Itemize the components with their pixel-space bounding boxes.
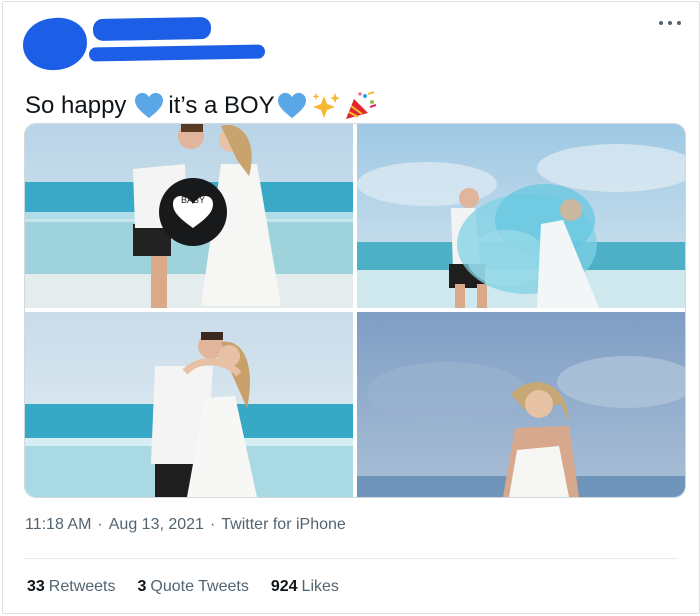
quote-tweets-count: 3: [137, 578, 147, 595]
meta-separator: ·: [209, 516, 216, 533]
ellipsis-icon: [668, 21, 672, 25]
quote-tweets-stat[interactable]: 3 Quote Tweets: [138, 578, 249, 600]
blue-heart-icon: [277, 92, 306, 119]
retweets-stat[interactable]: 33 Retweets: [27, 578, 116, 600]
party-popper-icon: [345, 91, 377, 119]
tweet-source[interactable]: Twitter for iPhone: [221, 516, 346, 538]
blue-heart-icon: [135, 92, 164, 119]
tweet-time[interactable]: 11:18 AM: [25, 516, 91, 538]
display-name-redacted[interactable]: [92, 16, 212, 42]
avatar-redacted[interactable]: [21, 15, 89, 73]
tweet-stats: 33 Retweets 3 Quote Tweets 924 Likes: [27, 578, 361, 600]
divider: [25, 558, 677, 559]
quote-tweets-label: Quote Tweets: [150, 578, 249, 595]
tweet-meta: 11:18 AM · Aug 13, 2021 · Twitter for iP…: [25, 516, 346, 538]
more-options-button[interactable]: [659, 16, 681, 30]
tweet-text-part2: it’s a BOY: [168, 92, 275, 119]
tweet-text: So happy it’s a BOY: [25, 90, 377, 122]
photo-1[interactable]: BABY: [25, 124, 353, 308]
tweet-date[interactable]: Aug 13, 2021: [109, 516, 204, 538]
retweets-label: Retweets: [48, 578, 116, 595]
handle-redacted[interactable]: [88, 44, 266, 62]
photo-3[interactable]: [25, 312, 353, 497]
likes-count: 924: [270, 578, 298, 595]
ellipsis-icon: [677, 21, 681, 25]
photo-4[interactable]: [357, 312, 685, 497]
ellipsis-icon: [659, 21, 663, 25]
balloon-label: BABY: [181, 195, 205, 205]
tweet-text-part1: So happy: [25, 92, 127, 119]
media-grid: BABY: [24, 123, 686, 498]
likes-stat[interactable]: 924 Likes: [271, 578, 339, 600]
meta-separator: ·: [97, 516, 103, 533]
photo-2[interactable]: [357, 124, 685, 308]
likes-label: Likes: [301, 578, 339, 595]
sparkles-icon: [312, 93, 340, 118]
tweet-card: So happy it’s a BOY BABY 11:18 AM · Aug …: [2, 1, 700, 614]
retweets-count: 33: [27, 578, 45, 595]
